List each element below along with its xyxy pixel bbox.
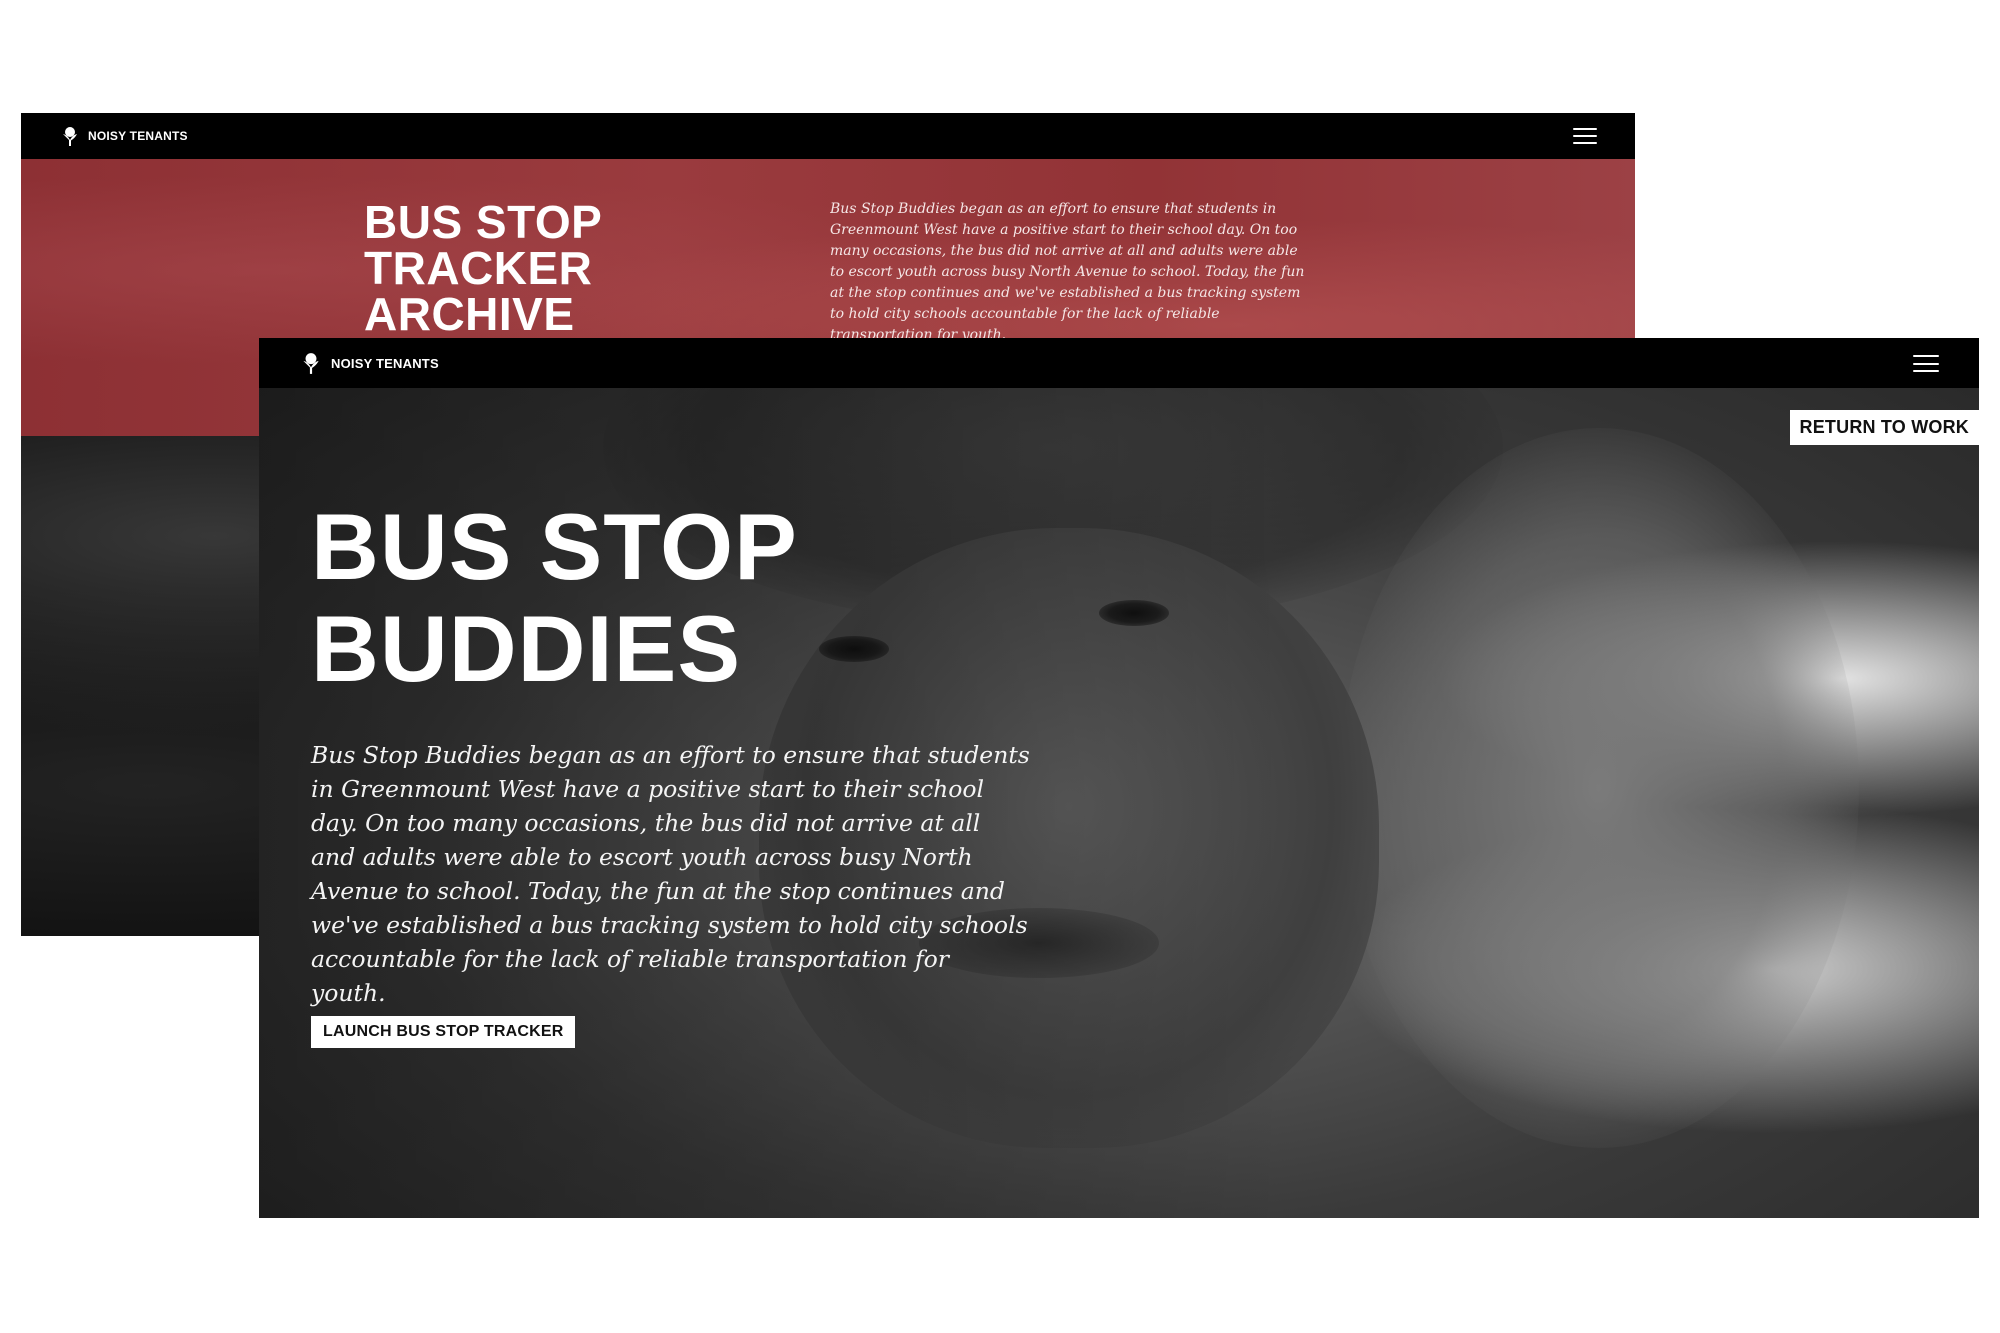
- archive-brand-name: NOISY TENANTS: [88, 129, 188, 143]
- return-to-work-button[interactable]: RETURN TO WORK: [1789, 410, 1979, 445]
- bird-logo-icon: [303, 353, 319, 374]
- bird-logo-icon: [63, 127, 77, 146]
- showcase-stage: NOISY TENANTS BUS STOP TRACKER ARCHIVE B…: [0, 0, 2000, 1333]
- buddies-brand[interactable]: NOISY TENANTS: [299, 351, 439, 375]
- archive-navbar: NOISY TENANTS: [21, 113, 1635, 159]
- buddies-navbar: NOISY TENANTS: [259, 338, 1979, 388]
- archive-description: Bus Stop Buddies began as an effort to e…: [830, 201, 1305, 343]
- hamburger-menu-icon[interactable]: [1573, 128, 1597, 144]
- archive-brand[interactable]: NOISY TENANTS: [59, 125, 188, 147]
- buddies-page-title: BUS STOP BUDDIES: [311, 494, 798, 701]
- buddies-page-window: NOISY TENANTS RETURN TO WORK BUS STOP BU…: [259, 338, 1979, 1218]
- buddies-description: Bus Stop Buddies began as an effort to e…: [311, 741, 1030, 1007]
- hamburger-menu-icon[interactable]: [1913, 355, 1939, 372]
- archive-page-title: BUS STOP TRACKER ARCHIVE: [364, 196, 603, 340]
- buddies-brand-name: NOISY TENANTS: [331, 355, 439, 371]
- launch-tracker-button[interactable]: LAUNCH BUS STOP TRACKER: [311, 1016, 576, 1048]
